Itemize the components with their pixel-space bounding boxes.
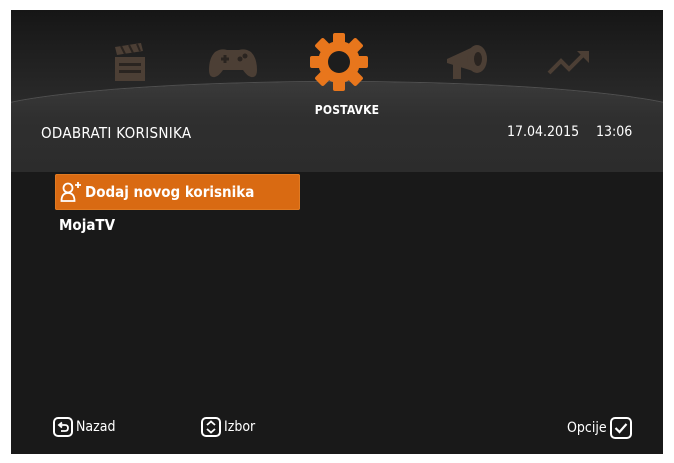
add-user-label: Dodaj novog korisnika (85, 183, 255, 201)
back-button[interactable]: Nazad (53, 417, 115, 437)
time-display: 13:06 (596, 124, 633, 140)
gamepad-icon[interactable] (203, 34, 263, 90)
clapperboard-icon[interactable] (101, 34, 157, 90)
megaphone-icon[interactable] (437, 34, 497, 90)
gear-icon[interactable] (307, 30, 371, 94)
trend-chart-icon[interactable] (539, 34, 599, 90)
select-label: Izbor (224, 419, 256, 435)
page-title: ODABRATI KORISNIKA (41, 124, 192, 142)
options-label: Opcije (567, 420, 607, 436)
select-button[interactable]: Izbor (201, 417, 255, 437)
user-item-mojatv[interactable]: MojaTV (55, 210, 300, 240)
section-label: POSTAVKE (314, 103, 380, 117)
user-list: Dodaj novog korisnika MojaTV (55, 174, 300, 240)
back-key-icon (53, 417, 73, 437)
ok-check-icon (609, 417, 632, 439)
up-down-key-icon (201, 417, 221, 437)
footer-bar: Nazad Izbor Opcije (11, 412, 663, 448)
back-label: Nazad (76, 419, 116, 435)
add-user-icon (60, 181, 82, 203)
tv-screen: POSTAVKE ODABRATI KORISNIKA 17.04.2015 1… (11, 10, 663, 454)
options-button[interactable]: Opcije (567, 417, 632, 439)
user-label: MojaTV (59, 216, 116, 234)
add-user-item[interactable]: Dodaj novog korisnika (55, 174, 300, 210)
date-display: 17.04.2015 (507, 124, 580, 140)
